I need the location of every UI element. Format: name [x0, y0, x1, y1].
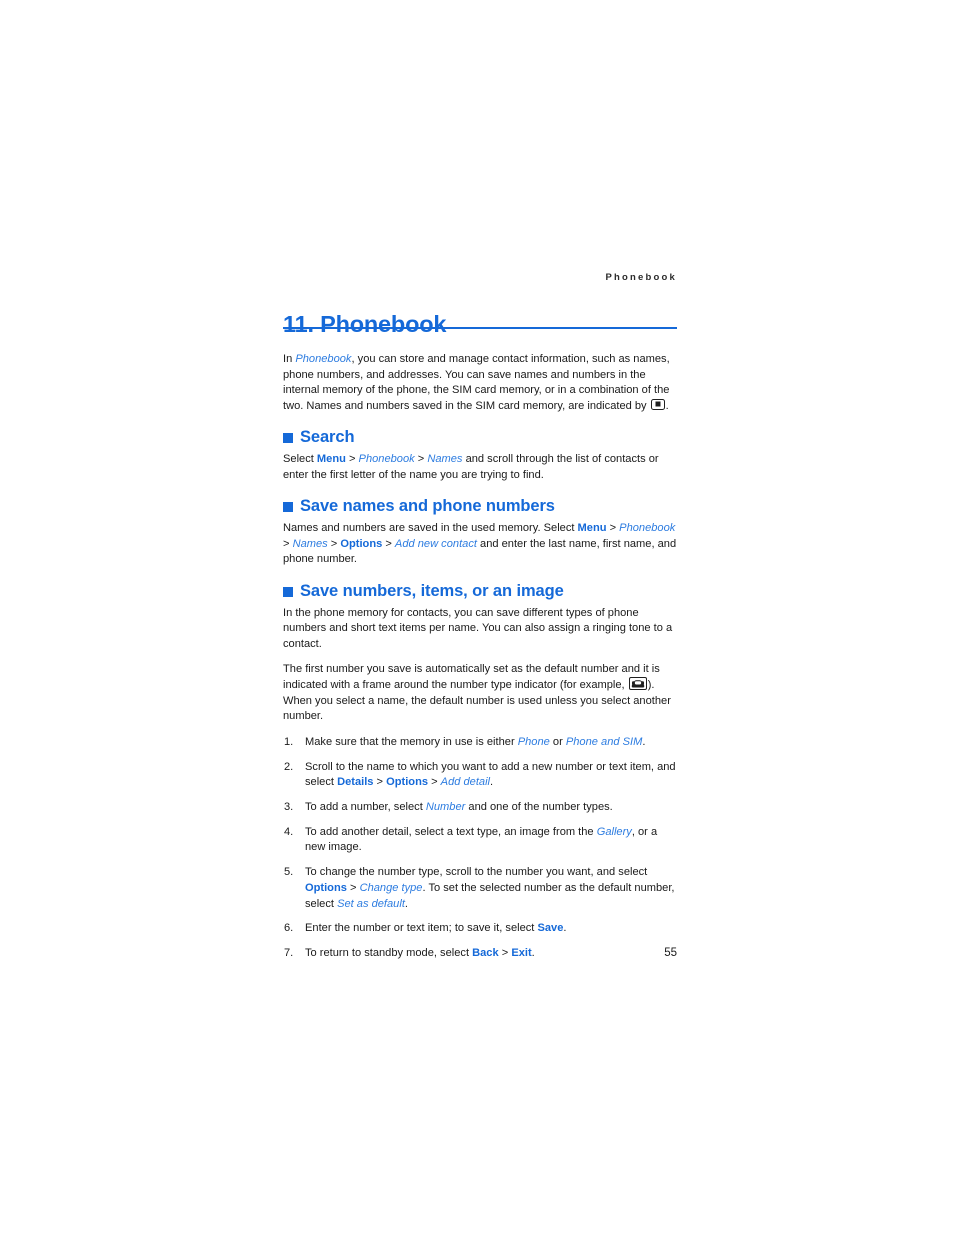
save-label: Save	[537, 922, 564, 935]
intro-text-part3: .	[665, 399, 669, 412]
list-item: Scroll to the name to which you want to …	[283, 760, 677, 791]
gallery-label: Gallery	[596, 825, 632, 838]
search-text-a: Select	[283, 453, 317, 466]
default-number-text-a: The first number you save is automatical…	[283, 662, 660, 692]
section-save-names: Save names and phone numbers Names and n…	[283, 497, 677, 568]
square-bullet-icon	[283, 502, 293, 513]
section-heading-label: Search	[300, 428, 355, 447]
step-text-a: Enter the number or text item; to save i…	[305, 922, 538, 935]
separator: >	[428, 776, 441, 789]
intro-phonebook-label: Phonebook	[295, 353, 352, 365]
page-content: In Phonebook, you can store and manage c…	[283, 352, 677, 971]
names-label: Names	[427, 453, 463, 466]
list-item: Enter the number or text item; to save i…	[283, 921, 677, 937]
options-label: Options	[386, 776, 429, 789]
list-item: Make sure that the memory in use is eith…	[283, 735, 677, 751]
running-header: Phonebook	[605, 272, 677, 283]
phonebook-label: Phonebook	[619, 522, 676, 535]
separator: >	[382, 537, 395, 550]
section-heading-label: Save numbers, items, or an image	[300, 581, 564, 600]
menu-label: Menu	[316, 453, 346, 466]
number-label: Number	[425, 801, 466, 813]
section-heading-save-numbers: Save numbers, items, or an image	[283, 582, 677, 602]
add-new-contact-label: Add new contact	[394, 537, 477, 550]
step-text-c: .	[404, 897, 408, 910]
steps-list: Make sure that the memory in use is eith…	[283, 735, 677, 962]
set-as-default-label: Set as default	[337, 897, 405, 910]
separator: >	[346, 881, 360, 894]
separator: >	[327, 537, 341, 550]
step-text-a: Make sure that the memory in use is eith…	[305, 735, 518, 748]
phone-and-sim-memory-label: Phone and SIM	[565, 735, 643, 748]
intro-paragraph: In Phonebook, you can store and manage c…	[283, 352, 677, 414]
step-text-a: To change the number type, scroll to the…	[305, 866, 648, 879]
section-heading-label: Save names and phone numbers	[300, 497, 555, 516]
list-item: To add a number, select Number and one o…	[283, 800, 677, 816]
save-names-paragraph: Names and numbers are saved in the used …	[283, 521, 677, 568]
step-text-c: .	[642, 735, 646, 748]
page-title: 11. Phonebook	[283, 310, 447, 337]
change-type-label: Change type	[359, 881, 423, 894]
details-label: Details	[337, 776, 374, 789]
list-item: To change the number type, scroll to the…	[283, 865, 677, 912]
list-item: To add another detail, select a text typ…	[283, 825, 677, 856]
options-label: Options	[305, 881, 347, 894]
separator: >	[373, 776, 387, 789]
section-heading-save-names: Save names and phone numbers	[283, 497, 677, 517]
section-search: Search Select Menu > Phonebook > Names a…	[283, 428, 677, 483]
phone-memory-label: Phone	[517, 735, 550, 748]
save-names-text-a: Names and numbers are saved in the used …	[283, 522, 578, 535]
square-bullet-icon	[283, 433, 293, 444]
intro-text-part1: In	[283, 353, 296, 365]
save-numbers-paragraph-2: The first number you save is automatical…	[283, 662, 677, 725]
names-label: Names	[292, 537, 328, 550]
sim-card-icon	[650, 398, 665, 410]
step-text-c: .	[490, 776, 494, 789]
separator: >	[414, 453, 428, 466]
title-divider	[283, 327, 677, 329]
step-text-b: and one of the number types.	[465, 801, 613, 813]
menu-label: Menu	[577, 522, 607, 535]
section-save-numbers: Save numbers, items, or an image In the …	[283, 582, 677, 962]
separator: >	[606, 522, 620, 535]
save-numbers-paragraph-1: In the phone memory for contacts, you ca…	[283, 606, 673, 650]
square-bullet-icon	[283, 586, 293, 597]
step-text-b: or	[549, 735, 566, 748]
step-text-a: To add another detail, select a text typ…	[305, 825, 597, 838]
step-text-a: To add a number, select	[305, 801, 426, 813]
add-detail-label: Add detail	[440, 776, 491, 789]
phonebook-label: Phonebook	[358, 453, 415, 466]
page-number: 55	[664, 947, 677, 959]
separator: >	[345, 453, 359, 466]
search-paragraph: Select Menu > Phonebook > Names and scro…	[283, 452, 677, 483]
step-text-c: .	[563, 922, 567, 935]
default-phone-number-icon	[628, 677, 647, 691]
options-label: Options	[340, 537, 383, 550]
separator: >	[283, 537, 293, 550]
section-heading-search: Search	[283, 428, 677, 448]
